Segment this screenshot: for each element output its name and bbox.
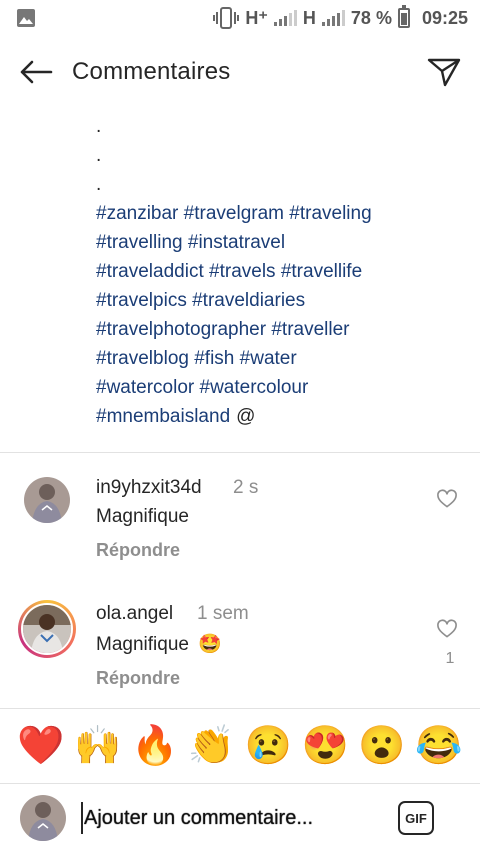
crying-face-emoji-button[interactable]: 😢 xyxy=(243,721,293,771)
current-user-avatar xyxy=(20,795,66,841)
comment-item: ola.angel 1 sem Magnifique 🤩 Répondre 1 xyxy=(0,578,480,708)
comment-composer: GIF xyxy=(0,784,480,854)
emoji-reaction-bar: ❤️ 🙌 🔥 👏 😢 😍 😮 😂 xyxy=(0,708,480,784)
like-count: 1 xyxy=(445,650,455,667)
comment-username[interactable]: ola.angel xyxy=(96,603,173,625)
share-button[interactable] xyxy=(408,36,480,108)
avatar-with-story[interactable] xyxy=(18,600,76,658)
hashtag-link[interactable]: #travelling xyxy=(96,232,183,253)
hashtag-link[interactable]: #zanzibar xyxy=(96,203,178,224)
hashtag-link[interactable]: #traveller xyxy=(271,319,349,340)
comment-text-content: Magnifique xyxy=(96,634,189,655)
comment-item: in9yhzxit34d 2 s Magnifique Répondre xyxy=(0,452,480,578)
hashtag-link[interactable]: #travelphotographer xyxy=(96,319,266,340)
reply-button[interactable]: Répondre xyxy=(96,668,180,689)
network-type-2: H xyxy=(302,7,316,28)
star-struck-emoji: 🤩 xyxy=(198,634,222,655)
hashtag-link[interactable]: #water xyxy=(240,348,297,369)
hashtag-line: #travelpics #traveldiaries xyxy=(96,286,466,315)
comment-time: 2 s xyxy=(233,477,259,498)
comment-time: 1 sem xyxy=(197,603,249,624)
battery-percent: 78 % xyxy=(350,7,392,28)
hashtag-link[interactable]: #fish xyxy=(194,348,234,369)
hashtag-link[interactable]: #travelblog xyxy=(96,348,189,369)
surprised-face-emoji-button[interactable]: 😮 xyxy=(357,721,407,771)
fire-emoji-button[interactable]: 🔥 xyxy=(130,721,180,771)
gallery-notification-icon xyxy=(16,8,36,28)
hashtag-link[interactable]: #traveldiaries xyxy=(192,290,305,311)
hashtag-link[interactable]: #travelpics xyxy=(96,290,187,311)
comment-username[interactable]: in9yhzxit34d xyxy=(96,477,202,499)
header: Commentaires xyxy=(0,36,480,108)
comment-text: Magnifique 🤩 xyxy=(96,632,222,656)
reply-button[interactable]: Répondre xyxy=(96,540,180,561)
clock: 09:25 xyxy=(421,7,468,28)
back-button[interactable] xyxy=(0,36,72,108)
gif-button[interactable]: GIF xyxy=(398,801,434,835)
mention-link[interactable]: @ xyxy=(236,406,255,427)
signal-icon-1 xyxy=(273,10,297,26)
hashtag-line: #travelphotographer #traveller xyxy=(96,315,466,344)
comment-input[interactable] xyxy=(84,800,374,836)
clapping-hands-emoji-button[interactable]: 👏 xyxy=(187,721,237,771)
hashtag-line: #zanzibar #travelgram #traveling xyxy=(96,199,466,228)
hashtag-line: #travelling #instatravel xyxy=(96,228,466,257)
hashtag-line: #watercolor #watercolour xyxy=(96,373,466,402)
comment-text: Magnifique xyxy=(96,506,189,527)
network-type-1: H⁺ xyxy=(245,7,268,28)
page-title: Commentaires xyxy=(72,58,231,85)
hashtag-link[interactable]: #travelgram xyxy=(184,203,284,224)
caption-dot: . xyxy=(96,145,102,166)
like-button[interactable] xyxy=(436,488,460,512)
hashtag-line: #mnembaisland @ xyxy=(96,402,466,431)
caption-dot: . xyxy=(96,174,102,195)
caption-dot: . xyxy=(96,116,102,137)
hashtag-link[interactable]: #instatravel xyxy=(188,232,285,253)
hashtag-link[interactable]: #travellife xyxy=(281,261,362,282)
raising-hands-emoji-button[interactable]: 🙌 xyxy=(73,721,123,771)
hashtag-link[interactable]: #mnembaisland xyxy=(96,406,230,427)
vibrate-icon xyxy=(213,7,240,29)
hashtag-link[interactable]: #traveladdict xyxy=(96,261,204,282)
paper-plane-icon xyxy=(427,58,461,87)
hashtag-link[interactable]: #traveling xyxy=(289,203,371,224)
heart-icon xyxy=(437,489,457,508)
hashtag-link[interactable]: #travels xyxy=(209,261,276,282)
avatar[interactable] xyxy=(24,477,70,523)
hashtag-link[interactable]: #watercolor xyxy=(96,377,194,398)
status-bar: H⁺ H 78 % 09:25 xyxy=(0,0,480,36)
battery-icon xyxy=(397,5,410,28)
heart-icon xyxy=(437,619,457,638)
text-cursor xyxy=(81,802,83,834)
hashtag-line: #traveladdict #travels #travellife xyxy=(96,257,466,286)
hashtag-link[interactable]: #watercolour xyxy=(200,377,309,398)
tears-of-joy-emoji-button[interactable]: 😂 xyxy=(414,721,464,771)
heart-eyes-emoji-button[interactable]: 😍 xyxy=(300,721,350,771)
red-heart-emoji-button[interactable]: ❤️ xyxy=(16,721,66,771)
hashtag-line: #travelblog #fish #water xyxy=(96,344,466,373)
signal-icon-2 xyxy=(321,10,345,26)
arrow-left-icon xyxy=(20,60,53,84)
like-button[interactable] xyxy=(436,618,460,642)
post-caption: . . . #zanzibar #travelgram #traveling #… xyxy=(96,112,466,431)
